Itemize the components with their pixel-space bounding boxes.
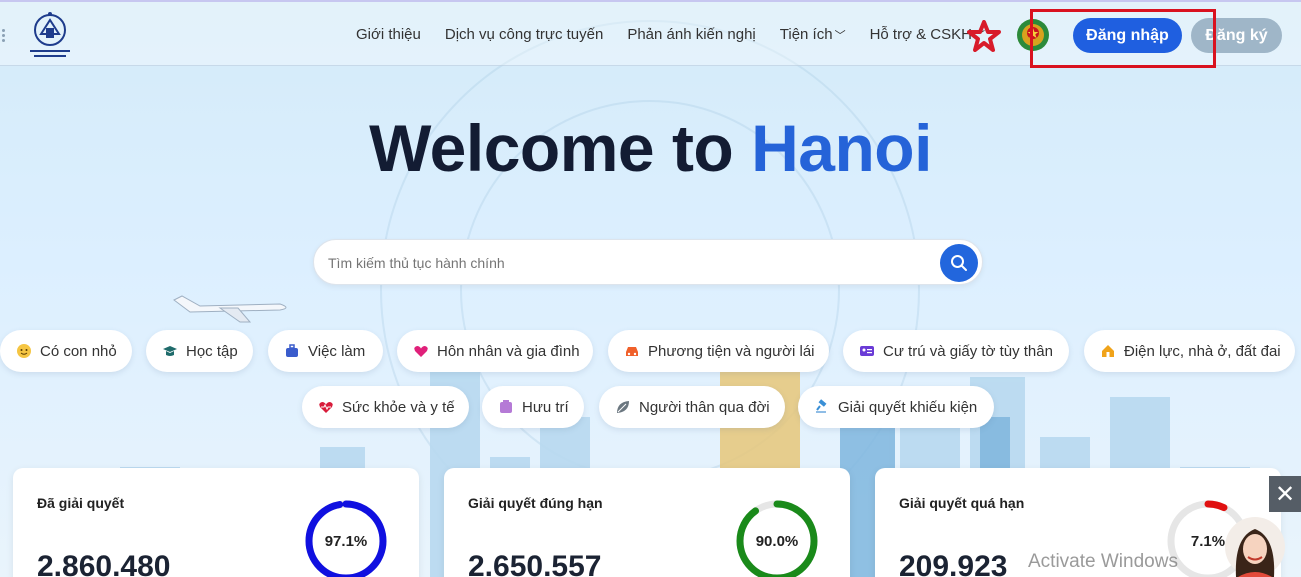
category-chip-suc-khoe-y-te[interactable]: Sức khỏe và y tế bbox=[302, 386, 469, 428]
stat-card-resolved: Đã giải quyết 2.860.480 97.1% bbox=[13, 468, 419, 577]
retirement-icon bbox=[498, 399, 514, 415]
stat-label: Giải quyết quá hạn bbox=[899, 495, 1025, 511]
search-bar bbox=[313, 239, 983, 285]
nav-phan-anh-kien-nghi[interactable]: Phản ánh kiến nghị bbox=[627, 26, 755, 43]
stat-percent: 90.0% bbox=[755, 532, 799, 550]
activate-windows-watermark: Activate Windows bbox=[1028, 551, 1178, 572]
category-label: Hôn nhân và gia đình bbox=[437, 342, 580, 360]
category-chip-viec-lam[interactable]: Việc làm bbox=[268, 330, 383, 372]
hero-title: Welcome to Hanoi bbox=[369, 111, 932, 185]
category-label: Sức khỏe và y tế bbox=[342, 398, 455, 416]
car-icon bbox=[624, 343, 640, 359]
top-navigation-bar: Giới thiệu Dịch vụ công trực tuyến Phản … bbox=[0, 0, 1301, 68]
nav-dich-vu-cong[interactable]: Dịch vụ công trực tuyến bbox=[445, 26, 603, 43]
hanoi-public-admin-logo[interactable] bbox=[24, 10, 76, 64]
stat-label: Đã giải quyết bbox=[37, 495, 125, 511]
category-label: Việc làm bbox=[308, 342, 366, 360]
main-nav: Giới thiệu Dịch vụ công trực tuyến Phản … bbox=[356, 26, 1009, 43]
category-chip-cu-tru-giay-to[interactable]: Cư trú và giấy tờ tùy thân bbox=[843, 330, 1069, 372]
category-chip-phuong-tien-nguoi-lai[interactable]: Phương tiện và người lái bbox=[608, 330, 829, 372]
nav-tien-ich[interactable]: Tiện ích ﹀ bbox=[780, 26, 846, 43]
category-chip-co-con-nho[interactable]: Có con nhỏ bbox=[0, 330, 132, 372]
id-card-icon bbox=[859, 343, 875, 359]
stat-card-on-time: Giải quyết đúng hạn 2.650.557 90.0% bbox=[444, 468, 850, 577]
baby-icon bbox=[16, 343, 32, 359]
category-chip-dien-luc-nha-o-dat-dai[interactable]: Điện lực, nhà ở, đất đai bbox=[1084, 330, 1295, 372]
leaf-icon bbox=[615, 399, 631, 415]
category-label: Cư trú và giấy tờ tùy thân bbox=[883, 342, 1053, 360]
heart-icon bbox=[413, 343, 429, 359]
chevron-down-icon: ﹀ bbox=[834, 30, 846, 42]
close-icon: ✕ bbox=[1274, 480, 1296, 508]
stat-value: 209.923 bbox=[899, 550, 1008, 577]
close-popup-button[interactable]: ✕ bbox=[1269, 476, 1301, 512]
graduation-cap-icon bbox=[162, 343, 178, 359]
stat-percent: 97.1% bbox=[324, 532, 368, 550]
stat-label: Giải quyết đúng hạn bbox=[468, 495, 603, 511]
stat-value: 2.860.480 bbox=[37, 550, 171, 577]
category-chip-hoc-tap[interactable]: Học tập bbox=[146, 330, 253, 372]
category-label: Học tập bbox=[186, 342, 238, 360]
category-chip-huu-tri[interactable]: Hưu trí bbox=[482, 386, 584, 428]
category-label: Có con nhỏ bbox=[40, 342, 117, 360]
support-assistant-avatar[interactable] bbox=[1224, 517, 1286, 577]
heartbeat-icon bbox=[318, 399, 334, 415]
gavel-icon bbox=[814, 399, 830, 415]
briefcase-icon bbox=[284, 343, 300, 359]
category-chip-hon-nhan-gia-dinh[interactable]: Hôn nhân và gia đình bbox=[397, 330, 593, 372]
category-label: Điện lực, nhà ở, đất đai bbox=[1124, 342, 1281, 360]
category-label: Giải quyết khiếu kiện bbox=[838, 398, 978, 416]
procedure-search-input[interactable] bbox=[328, 252, 928, 274]
category-chip-nguoi-than-qua-doi[interactable]: Người thân qua đời bbox=[599, 386, 785, 428]
search-button[interactable] bbox=[940, 244, 978, 282]
category-label: Phương tiện và người lái bbox=[648, 342, 815, 360]
menu-grip-icon[interactable] bbox=[2, 28, 8, 44]
category-label: Hưu trí bbox=[522, 398, 569, 416]
red-star-partner-icon[interactable] bbox=[967, 20, 1001, 52]
category-chip-giai-quyet-khieu-kien[interactable]: Giải quyết khiếu kiện bbox=[798, 386, 994, 428]
search-icon bbox=[951, 255, 967, 271]
stat-value: 2.650.557 bbox=[468, 550, 602, 577]
house-icon bbox=[1100, 343, 1116, 359]
nav-gioi-thieu[interactable]: Giới thiệu bbox=[356, 26, 421, 43]
category-label: Người thân qua đời bbox=[639, 398, 770, 416]
login-highlight-box bbox=[1030, 9, 1216, 68]
airplane-illustration bbox=[173, 295, 287, 323]
